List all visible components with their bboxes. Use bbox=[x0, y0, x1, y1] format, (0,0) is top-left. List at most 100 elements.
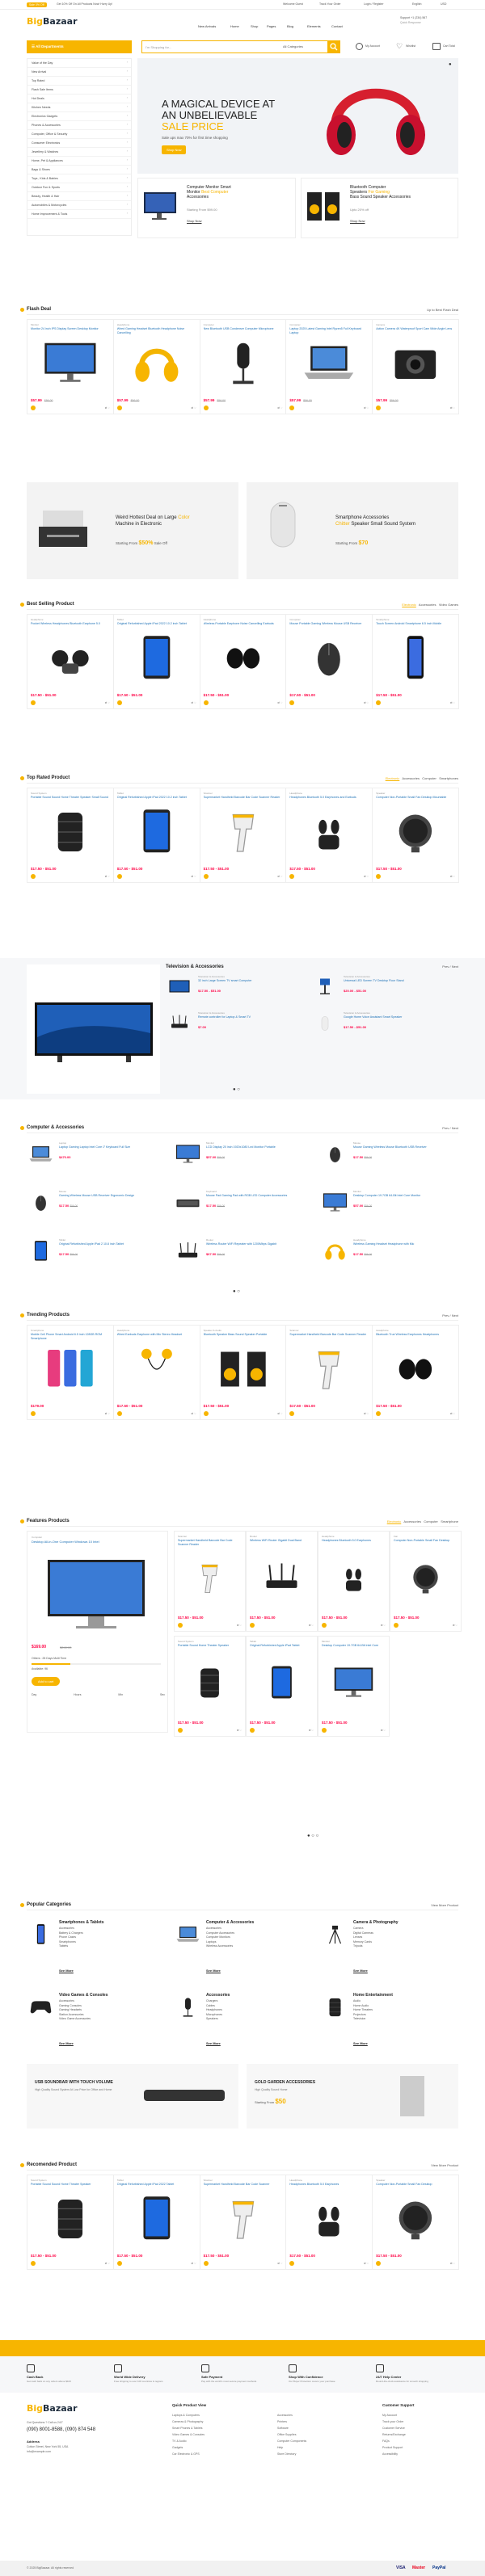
cart-icon[interactable] bbox=[203, 874, 209, 879]
product-image[interactable] bbox=[187, 1549, 233, 1607]
search-button[interactable] bbox=[327, 40, 340, 53]
sidebar-item[interactable]: Value of the Day bbox=[27, 59, 131, 68]
compare-icon[interactable]: ⇄ ♡ bbox=[237, 1624, 242, 1627]
product-list-item[interactable]: Mouse Gaming Wireless Mouse USB Receiver … bbox=[27, 1187, 164, 1221]
product-name[interactable]: Monitor 24 inch IPS Display Screen Deskt… bbox=[31, 327, 110, 334]
sidebar-item[interactable]: Hot Deals bbox=[27, 95, 131, 103]
product-name[interactable]: Wireless Portable Earphone Noise Cancell… bbox=[204, 622, 283, 629]
cart-icon[interactable] bbox=[376, 700, 382, 705]
product-name[interactable]: Supermarket Handheld Barcode Bar Code Sc… bbox=[289, 1333, 369, 1340]
product-image[interactable] bbox=[126, 632, 188, 684]
category-card[interactable]: Smartphones & Tablets Accessories Battery … bbox=[27, 1918, 164, 1983]
cart-icon[interactable] bbox=[432, 43, 441, 50]
see-more-link[interactable]: See More bbox=[206, 1969, 221, 1973]
product-name[interactable]: Original Refurbished Apple iPad 2 10.8 i… bbox=[59, 1242, 160, 1246]
category-title[interactable]: Computer & Accessories bbox=[206, 1920, 254, 1925]
cart-icon[interactable] bbox=[376, 874, 382, 879]
compare-icon[interactable]: ⇄ ♡ bbox=[450, 875, 455, 878]
all-departments-button[interactable]: ☰ All Departments bbox=[27, 40, 132, 53]
sidebar-item[interactable]: Beauty, Health & Hair bbox=[27, 192, 131, 201]
features-tabs[interactable]: Electronic Accessories Computer Smartpho… bbox=[387, 1519, 458, 1523]
product-card[interactable]: Headphone Wired Earbuds Earphone with Mic… bbox=[112, 1325, 200, 1420]
product-name[interactable]: Google Home Voice Assistant Smart Speake… bbox=[344, 1015, 449, 1019]
product-list-item[interactable]: Monitor Desktop Computer 19.7GB 64-Bit In… bbox=[321, 1187, 458, 1221]
compare-icon[interactable]: ⇄ ♡ bbox=[192, 1412, 196, 1415]
product-image[interactable] bbox=[174, 1142, 202, 1166]
product-card[interactable]: Tablet Original Refurbished Apple iPad 20… bbox=[112, 2175, 200, 2270]
product-image[interactable] bbox=[40, 632, 101, 684]
promo-banner-speaker[interactable]: Smartphone Accessories Chitter Speaker Sm… bbox=[247, 482, 458, 579]
footer-link[interactable]: Printers bbox=[277, 2418, 306, 2425]
product-name[interactable]: Original Refurbished Apple iPad Tablet bbox=[250, 1644, 314, 1651]
slider-dots[interactable]: ● ○ bbox=[233, 1289, 240, 1294]
cart-icon[interactable] bbox=[116, 874, 122, 879]
compare-icon[interactable]: ⇄ ♡ bbox=[450, 2262, 455, 2265]
product-card[interactable]: Headphone Bluetooth True Wireless Earphon… bbox=[372, 1325, 459, 1420]
cart-icon[interactable] bbox=[31, 700, 36, 705]
footer-link[interactable]: FAQs bbox=[382, 2438, 415, 2444]
product-card[interactable]: Router Wireless WiFi Router Gigabit Dual … bbox=[246, 1531, 318, 1632]
product-image[interactable] bbox=[126, 806, 188, 858]
cart-icon[interactable] bbox=[203, 700, 209, 705]
sidebar-item[interactable]: Top Rated bbox=[27, 77, 131, 86]
cart-icon[interactable] bbox=[178, 1728, 183, 1733]
product-image[interactable] bbox=[213, 338, 274, 389]
product-name[interactable]: Touch Screen Android Smartphone 6.5 inch… bbox=[376, 622, 455, 629]
see-more-link[interactable]: See More bbox=[353, 1969, 368, 1973]
product-name[interactable]: Computer Non-Portable Small Fan Desktop bbox=[394, 1539, 458, 1546]
product-name[interactable]: Mobile Cell Phone Smart Android 6.5 inch… bbox=[31, 1333, 110, 1340]
product-card[interactable]: Headphone Pocket Wireless Headphones Blue… bbox=[27, 614, 114, 709]
product-name[interactable]: Headphones Bluetooth 5.0 Earphones and E… bbox=[289, 796, 369, 803]
product-image[interactable] bbox=[167, 974, 192, 998]
see-more-link[interactable]: See More bbox=[59, 2041, 74, 2045]
compare-icon[interactable]: ⇄ ♡ bbox=[309, 1729, 314, 1732]
account-icon[interactable] bbox=[356, 43, 363, 50]
product-name[interactable]: Wireless Gaming Headset Headphone with M… bbox=[353, 1242, 454, 1246]
mini-banner-monitor[interactable]: Computer Monitor Smart Monitor Best Compu… bbox=[137, 178, 296, 238]
footer-link[interactable]: Help bbox=[277, 2444, 306, 2451]
product-image[interactable] bbox=[259, 1549, 305, 1607]
cart-icon[interactable] bbox=[376, 2261, 382, 2266]
tv-item[interactable]: Television & Accessories 32 inch Large Sc… bbox=[166, 973, 307, 1005]
sidebar-item[interactable]: Computer, Office & Security bbox=[27, 130, 131, 139]
footer-link[interactable]: Software bbox=[277, 2425, 306, 2431]
top-rated-tabs[interactable]: Electronic Accessories Computer Smartpho… bbox=[386, 776, 458, 780]
category-link[interactable]: Speakers bbox=[206, 2017, 222, 2022]
product-card[interactable]: Tablet Original Refurbished Apple iPad 20… bbox=[112, 788, 200, 883]
product-name[interactable]: Supermarket Handheld Barcode Bar Code Sc… bbox=[204, 2183, 283, 2190]
product-card[interactable]: Speaker & Audio Bluetooth Speaker Bass So… bbox=[199, 1325, 287, 1420]
compare-icon[interactable]: ⇄ ♡ bbox=[105, 1412, 110, 1415]
compare-icon[interactable]: ⇄ ♡ bbox=[381, 1624, 386, 1627]
footer-link[interactable]: Accessories bbox=[277, 2412, 306, 2418]
product-image[interactable] bbox=[321, 1191, 349, 1215]
category-link[interactable]: Tablets bbox=[59, 1944, 83, 1949]
cart-icon[interactable] bbox=[203, 1411, 209, 1416]
compare-icon[interactable]: ⇄ ♡ bbox=[364, 1412, 369, 1415]
wishlist-link[interactable]: Wishlist bbox=[406, 44, 415, 48]
compare-icon[interactable]: ⇄ ♡ bbox=[364, 701, 369, 704]
category-link[interactable]: Television bbox=[353, 2017, 373, 2022]
sidebar-item[interactable]: Flash Sale Items bbox=[27, 86, 131, 95]
nav-link[interactable]: Blog bbox=[287, 24, 293, 28]
product-card[interactable]: Tablet Original Refurbished Apple iPad Ta… bbox=[246, 1636, 318, 1737]
flash-deal-link[interactable]: Up to Best Flash Deal bbox=[427, 308, 458, 312]
compare-icon[interactable]: ⇄ ♡ bbox=[192, 875, 196, 878]
product-image[interactable] bbox=[321, 1239, 349, 1263]
product-name[interactable]: Portable Sound Sound Home Theater Speake… bbox=[31, 2183, 110, 2190]
hero-shop-button[interactable]: Shop Now bbox=[162, 145, 187, 154]
product-name[interactable]: Action Camera 4K Waterproof Sport Cam Wi… bbox=[376, 327, 455, 334]
product-name[interactable]: Bluetooth True Wireless Earphones Headph… bbox=[376, 1333, 455, 1340]
nav-link[interactable]: Contact bbox=[331, 24, 343, 28]
sidebar-item[interactable]: Toys , Kids & Babies bbox=[27, 174, 131, 183]
slider-dot[interactable]: ● bbox=[449, 62, 452, 67]
category-link[interactable]: Video Game Accessories bbox=[59, 2017, 91, 2022]
product-image[interactable] bbox=[126, 338, 188, 389]
track-link[interactable]: Track Your Order bbox=[319, 2, 341, 6]
cart-icon[interactable] bbox=[203, 406, 209, 410]
category-link[interactable]: Computer Monitors bbox=[206, 1935, 234, 1940]
tv-item[interactable]: Television & Accessories Universal LED Sc… bbox=[311, 973, 453, 1005]
product-card[interactable]: Sound System Portable Sound Sound Home Th… bbox=[27, 788, 114, 883]
product-image[interactable] bbox=[27, 1142, 55, 1166]
cart-icon[interactable] bbox=[289, 2261, 295, 2266]
product-image[interactable] bbox=[298, 806, 360, 858]
